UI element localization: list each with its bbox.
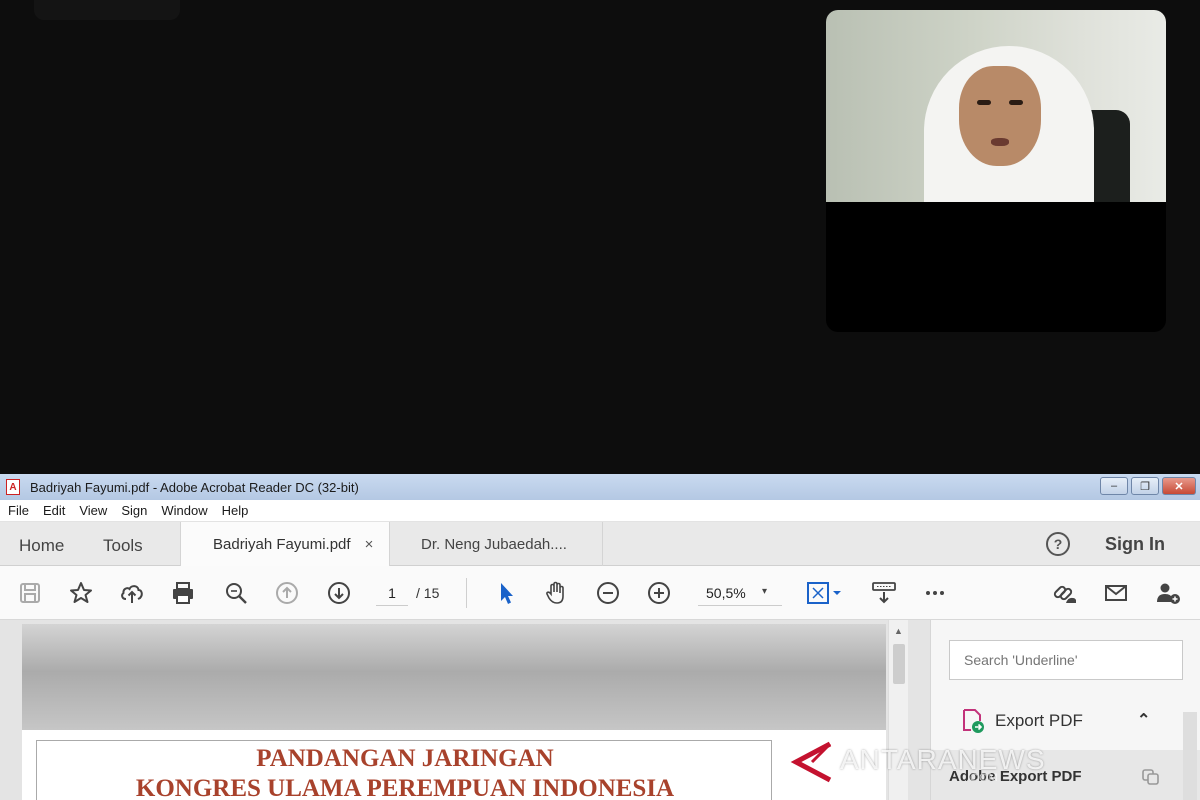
close-window-button[interactable]: ✕ bbox=[1162, 477, 1196, 495]
menu-bar: File Edit View Sign Window Help bbox=[0, 500, 1200, 522]
participant-eye-right bbox=[1009, 100, 1023, 105]
menu-window[interactable]: Window bbox=[161, 503, 207, 518]
restore-button[interactable]: ❐ bbox=[1131, 477, 1159, 495]
participant-face bbox=[959, 66, 1041, 166]
fit-page-icon[interactable] bbox=[804, 579, 846, 607]
window-title: Badriyah Fayumi.pdf - Adobe Acrobat Read… bbox=[30, 479, 359, 495]
chevron-up-icon[interactable]: ⌃ bbox=[1137, 710, 1150, 730]
screen: A Badriyah Fayumi.pdf - Adobe Acrobat Re… bbox=[0, 0, 1200, 800]
tools-search-input[interactable] bbox=[949, 640, 1183, 680]
toolbar-divider bbox=[466, 578, 467, 608]
export-pdf-icon bbox=[963, 709, 984, 733]
print-icon[interactable] bbox=[169, 579, 197, 607]
zoom-out-icon[interactable] bbox=[594, 579, 622, 607]
tab-tools[interactable]: Tools bbox=[103, 536, 143, 556]
page-number-input[interactable]: 1 bbox=[376, 582, 408, 606]
close-tab-icon[interactable]: × bbox=[365, 536, 374, 553]
pdf-page-frame: PANDANGAN JARINGAN KONGRES ULAMA PEREMPU… bbox=[36, 740, 772, 800]
page-up-icon[interactable] bbox=[273, 579, 301, 607]
zoom-in-icon[interactable] bbox=[645, 579, 673, 607]
menu-help[interactable]: Help bbox=[222, 503, 249, 518]
tab-home[interactable]: Home bbox=[19, 536, 64, 556]
pdf-page: PANDANGAN JARINGAN KONGRES ULAMA PEREMPU… bbox=[22, 730, 886, 800]
page-total: / 15 bbox=[416, 585, 440, 601]
document-scrollbar[interactable]: ▲ bbox=[888, 620, 908, 800]
bookmark-star-icon[interactable] bbox=[67, 579, 95, 607]
tab-document-label: Dr. Neng Jubaedah.... bbox=[421, 535, 567, 553]
participant-video-tile[interactable] bbox=[826, 10, 1166, 332]
zoom-caret-icon[interactable]: ▾ bbox=[762, 586, 767, 597]
scroll-mode-icon[interactable] bbox=[870, 579, 898, 607]
participant-mouth bbox=[991, 138, 1009, 146]
acrobat-app-icon: A bbox=[6, 479, 20, 495]
email-icon[interactable] bbox=[1102, 579, 1130, 607]
add-user-icon[interactable] bbox=[1154, 579, 1182, 607]
select-arrow-icon[interactable] bbox=[492, 579, 520, 607]
more-icon[interactable] bbox=[921, 579, 949, 607]
share-link-icon[interactable] bbox=[1050, 579, 1078, 607]
zoom-search-icon[interactable] bbox=[222, 579, 250, 607]
window-titlebar[interactable]: A Badriyah Fayumi.pdf - Adobe Acrobat Re… bbox=[0, 474, 1200, 500]
window-controls: ‒ ❐ ✕ bbox=[1100, 477, 1196, 495]
sign-in-button[interactable]: Sign In bbox=[1105, 534, 1165, 555]
participant-eye-left bbox=[977, 100, 991, 105]
minimize-button[interactable]: ‒ bbox=[1100, 477, 1128, 495]
adobe-export-pdf-section[interactable]: Adobe Export PDF bbox=[931, 750, 1200, 800]
zoom-level-select[interactable]: 50,5% bbox=[698, 582, 782, 606]
export-pdf-tool[interactable]: Export PDF ⌃ bbox=[931, 700, 1200, 742]
scrollbar-thumb[interactable] bbox=[893, 644, 905, 684]
participant-video-feed bbox=[826, 10, 1166, 202]
pdf-heading-line2: KONGRES ULAMA PEREMPUAN INDONESIA bbox=[135, 775, 675, 800]
save-icon[interactable] bbox=[16, 579, 44, 607]
tab-bar: Home Tools Badriyah Fayumi.pdf × Dr. Nen… bbox=[0, 522, 1200, 566]
menu-sign[interactable]: Sign bbox=[121, 503, 147, 518]
tab-document-label: Badriyah Fayumi.pdf bbox=[213, 535, 351, 553]
previous-page-bottom bbox=[22, 624, 886, 730]
help-icon[interactable]: ? bbox=[1046, 532, 1070, 556]
document-viewport[interactable]: PANDANGAN JARINGAN KONGRES ULAMA PEREMPU… bbox=[0, 620, 930, 800]
pdf-heading-line1: PANDANGAN JARINGAN bbox=[256, 745, 554, 772]
copy-icon bbox=[1142, 769, 1159, 785]
menu-edit[interactable]: Edit bbox=[43, 503, 65, 518]
toolbar: 1 / 15 50,5% ▾ bbox=[0, 566, 1200, 620]
tools-pane-scrollbar[interactable] bbox=[1183, 712, 1197, 800]
meeting-top-bar bbox=[34, 0, 180, 20]
menu-file[interactable]: File bbox=[8, 503, 29, 518]
export-pdf-label: Export PDF bbox=[995, 711, 1083, 730]
tab-document-badriyah[interactable]: Badriyah Fayumi.pdf × bbox=[180, 522, 390, 566]
hand-icon[interactable] bbox=[542, 579, 570, 607]
scroll-up-arrow-icon[interactable]: ▲ bbox=[894, 626, 903, 636]
tools-pane: Export PDF ⌃ Adobe Export PDF bbox=[930, 620, 1200, 800]
acrobat-reader-window: A Badriyah Fayumi.pdf - Adobe Acrobat Re… bbox=[0, 474, 1200, 800]
adobe-export-pdf-label: Adobe Export PDF bbox=[949, 768, 1082, 785]
page-down-icon[interactable] bbox=[325, 579, 353, 607]
tab-document-neng[interactable]: Dr. Neng Jubaedah.... bbox=[391, 522, 603, 566]
upload-cloud-icon[interactable] bbox=[118, 579, 146, 607]
menu-view[interactable]: View bbox=[79, 503, 107, 518]
